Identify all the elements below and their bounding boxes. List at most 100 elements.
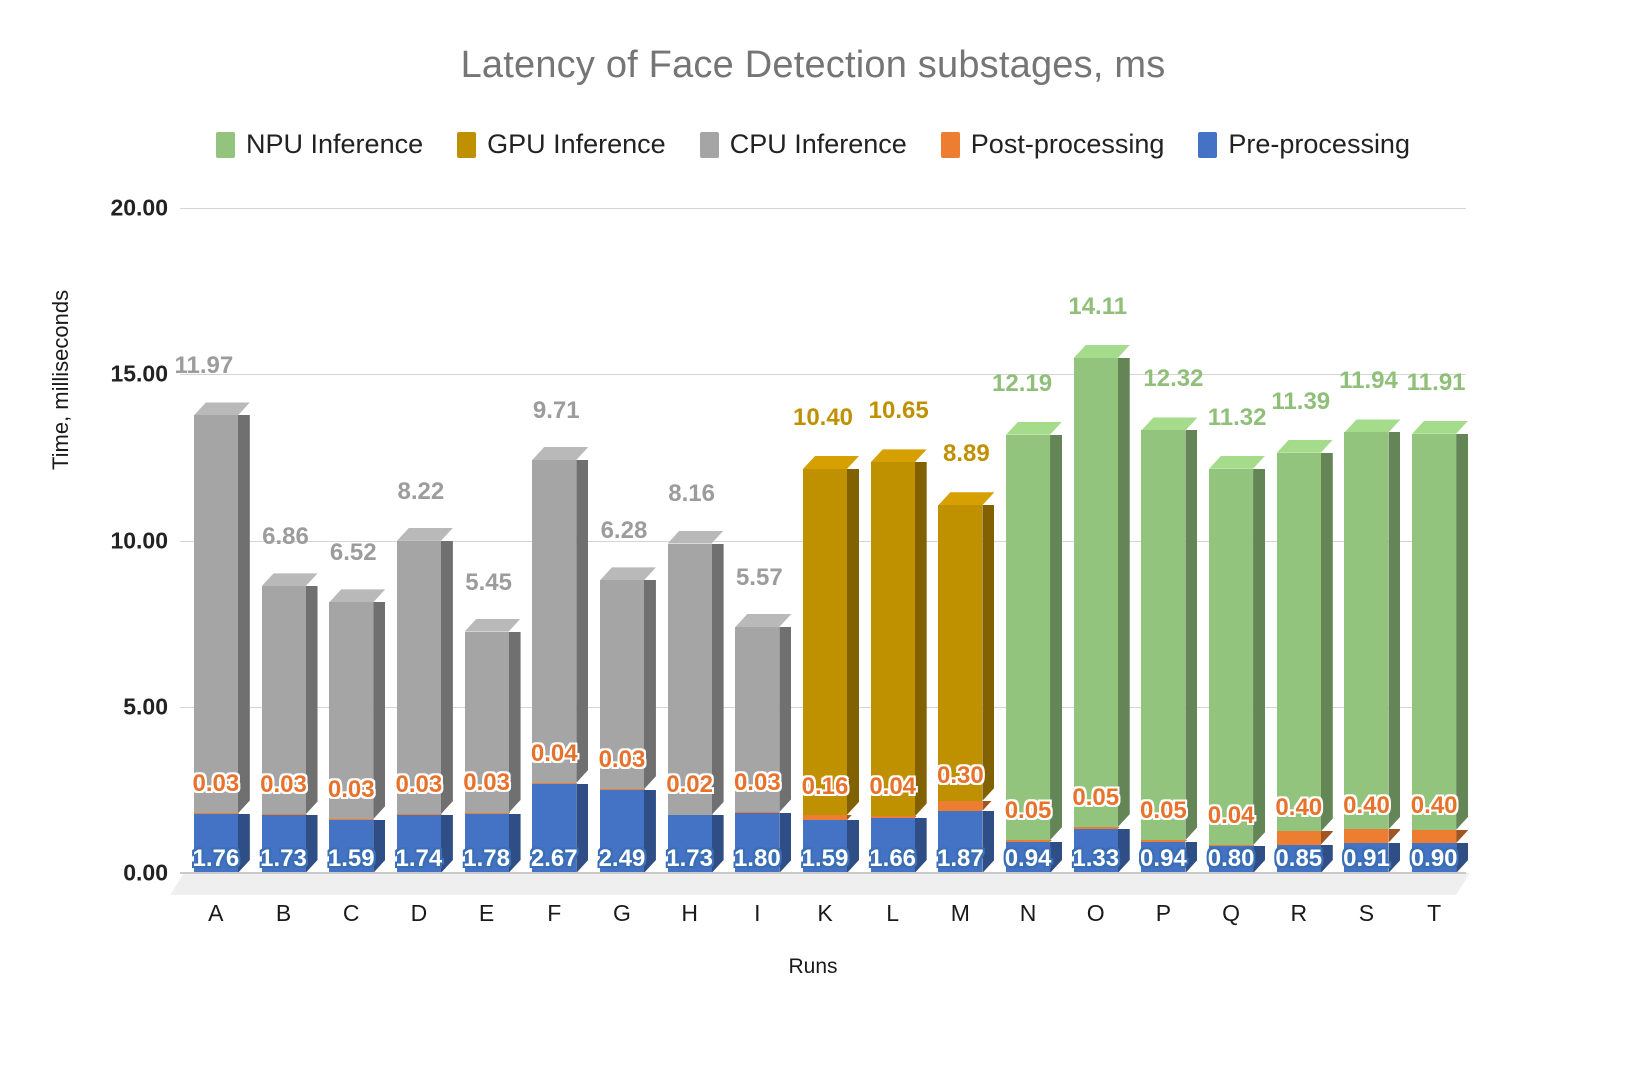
bar-segment-face: [1344, 432, 1389, 830]
bar-segment[interactable]: [1276, 831, 1321, 845]
x-axis-tick-label: N: [1019, 900, 1037, 926]
bar-top-face: [1344, 419, 1401, 433]
bar-top-face: [464, 618, 521, 632]
legend-swatch-icon: [940, 131, 960, 158]
bar-segment[interactable]: [938, 800, 983, 811]
legend-swatch-icon: [1198, 131, 1218, 158]
bar-value-label: 6.52: [329, 539, 377, 567]
bar-segment-face: [1073, 827, 1118, 829]
bar-top-face: [329, 589, 386, 603]
bar-top-face: [599, 567, 656, 581]
chart-legend: NPU Inference GPU Inference CPU Inference P…: [0, 129, 1626, 160]
bar-segment[interactable]: [1344, 432, 1389, 830]
bar-segment-face: [1276, 831, 1321, 845]
bar-group[interactable]: [1006, 208, 1063, 873]
legend-item[interactable]: NPU Inference: [216, 129, 423, 160]
bar-segment-side: [1456, 434, 1468, 830]
bar-top-face: [938, 492, 995, 506]
bar-segment-face: [532, 782, 577, 785]
legend-item-label: GPU Inference: [487, 129, 666, 159]
bar-segment-side: [1253, 469, 1265, 845]
bar-segment[interactable]: [193, 415, 238, 814]
bar-segment[interactable]: [938, 505, 982, 801]
y-axis-tick-label: 5.00: [123, 693, 168, 720]
y-axis-tick-label: 15.00: [110, 360, 168, 387]
bar-top-face: [870, 449, 927, 463]
x-axis-tick-label: L: [886, 900, 900, 926]
legend-item-label: NPU Inference: [246, 129, 424, 159]
bar-top-face: [803, 456, 859, 470]
bar-segment[interactable]: [803, 469, 847, 815]
legend-item[interactable]: GPU Inference: [457, 129, 666, 160]
x-axis-tick-label: S: [1358, 900, 1375, 926]
x-axis-tick-label: D: [410, 900, 428, 926]
bar-group[interactable]: [1276, 208, 1333, 873]
chart-title: Latency of Face Detection substages, ms: [460, 44, 1166, 86]
bar-value-label: 8.16: [668, 480, 715, 508]
bar-segment-side: [1456, 830, 1468, 843]
legend-swatch-icon: [457, 131, 477, 158]
bar-segment[interactable]: [1141, 840, 1185, 842]
bar-group[interactable]: [1141, 208, 1198, 873]
bar-segment-face: [193, 415, 238, 814]
bar-segment-face: [1141, 840, 1186, 842]
bar-segment[interactable]: [1006, 434, 1050, 841]
bar-segment-side: [1321, 453, 1333, 832]
legend-swatch-icon: [699, 131, 719, 158]
x-axis-tick-label: F: [547, 900, 562, 926]
bar-value-label: 10.40: [792, 404, 854, 431]
bar-segment-face: [1412, 433, 1457, 830]
legend-swatch-icon: [216, 131, 236, 158]
bar-segment-side: [1185, 430, 1197, 840]
bar-group[interactable]: [1209, 208, 1266, 873]
bar-segment[interactable]: [803, 814, 847, 821]
bar-top-face: [532, 447, 589, 461]
y-axis-tick-label: 0.00: [123, 859, 168, 886]
x-axis-tick-label: B: [275, 900, 292, 926]
bar-group[interactable]: [1344, 208, 1401, 873]
bar-segment[interactable]: [1073, 827, 1118, 829]
bar-segment[interactable]: [1412, 433, 1457, 830]
bar-segment[interactable]: [1412, 829, 1456, 844]
bar-segment[interactable]: [870, 462, 915, 817]
x-axis-tick-label: A: [208, 900, 224, 926]
bar-segment-face: [1073, 357, 1118, 828]
bar-segment[interactable]: [870, 816, 915, 818]
bar-value-label: 11.97: [174, 352, 234, 380]
bar-segment[interactable]: [532, 782, 577, 785]
bar-segment-face: [870, 816, 915, 818]
legend-item[interactable]: Pre-processing: [1198, 129, 1410, 160]
legend-item[interactable]: Post-processing: [940, 129, 1164, 160]
bar-segment[interactable]: [1209, 468, 1253, 846]
pre-processing-value-label: 0.90: [1410, 845, 1458, 872]
bar-segment-face: [803, 814, 847, 821]
bar-segment-face: [938, 800, 983, 811]
bar-segment[interactable]: [532, 460, 576, 783]
bar-segment-side: [1388, 432, 1400, 829]
x-axis-tick-label: T: [1427, 900, 1442, 926]
legend-item[interactable]: CPU Inference: [699, 129, 907, 160]
bar-segment-face: [938, 505, 983, 801]
bar-segment[interactable]: [1276, 452, 1321, 832]
bar-top-face: [193, 402, 250, 416]
bar-segment-side: [1050, 435, 1062, 840]
bar-segment[interactable]: [1141, 430, 1185, 841]
x-axis-tick-label: I: [754, 900, 761, 926]
bar-group[interactable]: [532, 208, 589, 873]
bar-top-face: [1141, 417, 1198, 431]
bar-top-face: [667, 530, 724, 544]
bar-segment-side: [576, 460, 588, 783]
bar-top-face: [396, 527, 453, 541]
bar-top-face: [1073, 344, 1130, 358]
bar-segment-face: [1006, 840, 1051, 842]
post-processing-value-label: 0.40: [1410, 792, 1458, 820]
bar-segment[interactable]: [1344, 829, 1388, 843]
bar-top-face: [261, 573, 318, 587]
bar-group[interactable]: [1412, 208, 1469, 873]
chart-floor-3d: [170, 873, 1470, 895]
x-axis-tick-label: C: [342, 900, 360, 926]
bar-segment[interactable]: [1073, 357, 1118, 828]
bar-value-label: 6.28: [600, 517, 648, 545]
bar-segment[interactable]: [1006, 840, 1050, 842]
bar-segment-face: [870, 462, 915, 817]
